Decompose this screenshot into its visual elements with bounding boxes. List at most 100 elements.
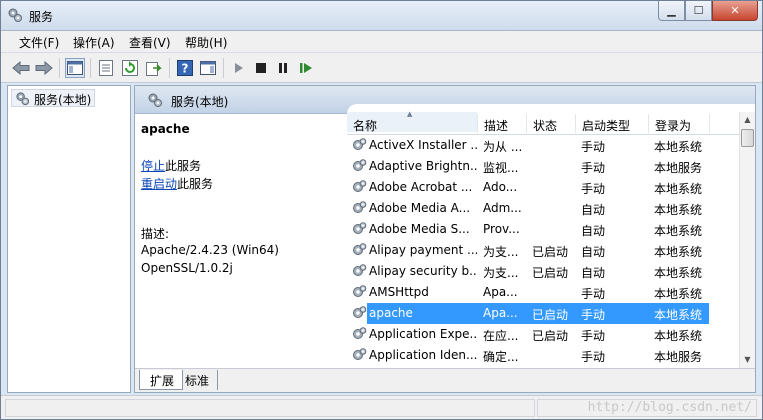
menu-action[interactable]: 操作(A)	[73, 34, 115, 51]
service-name-cell: Application Expe...	[369, 327, 477, 341]
vertical-scrollbar[interactable]: ▲ ▼	[739, 112, 755, 368]
column-header-name[interactable]: ▲ 名称	[347, 110, 477, 133]
view-tabs: 扩展 标准	[135, 368, 755, 392]
stop-icon	[256, 63, 266, 73]
help-button[interactable]: ?	[175, 58, 195, 78]
column-header-startup-type[interactable]: 启动类型	[582, 117, 630, 137]
service-logon-cell: 本地系统	[654, 140, 703, 154]
column-divider[interactable]	[648, 114, 649, 133]
pause-icon	[279, 63, 287, 73]
toolbar-separator	[59, 58, 60, 78]
menu-file[interactable]: 文件(F)	[19, 34, 59, 51]
table-row[interactable]: apache Apa... 已启动 手动 本地系统	[347, 303, 739, 324]
column-divider[interactable]	[526, 114, 527, 133]
restart-service-button[interactable]	[296, 58, 316, 78]
title-bar[interactable]: 服务 ▁ ☐ ✕	[1, 1, 762, 31]
service-logon-cell: 本地系统	[654, 266, 703, 280]
column-divider[interactable]	[477, 114, 478, 133]
service-status-cell: 已启动	[532, 266, 569, 280]
column-divider[interactable]	[575, 114, 576, 133]
refresh-button[interactable]	[120, 58, 140, 78]
selected-service-name: apache	[141, 122, 190, 136]
show-hide-console-tree-button[interactable]	[65, 58, 85, 78]
service-startup-type-cell: 自动	[581, 245, 606, 259]
restart-icon	[300, 63, 312, 73]
show-action-pane-button[interactable]	[198, 58, 218, 78]
table-row[interactable]: Alipay payment ... 为支... 已启动 自动 本地系统	[347, 240, 739, 261]
table-row[interactable]: Application Expe... 在应... 已启动 手动 本地系统	[347, 324, 739, 345]
play-icon	[235, 63, 243, 73]
stop-service-line: 停止此服务	[141, 157, 201, 174]
stop-service-button[interactable]	[251, 58, 271, 78]
sort-ascending-icon: ▲	[407, 110, 413, 118]
tree-item-services-local[interactable]: 服务(本地)	[11, 89, 96, 107]
service-name-cell: Application Iden...	[369, 348, 477, 362]
description-line: Apache/2.4.23 (Win64)	[141, 243, 279, 257]
menu-help[interactable]: 帮助(H)	[185, 34, 227, 51]
forward-arrow-icon	[35, 61, 53, 75]
table-row[interactable]: ActiveX Installer ... 为从 ... 手动 本地系统	[347, 135, 739, 156]
maximize-icon: ☐	[693, 4, 704, 17]
gear-icon	[16, 92, 30, 106]
menu-view[interactable]: 查看(V)	[129, 34, 171, 51]
service-name-cell: apache	[369, 306, 413, 320]
table-row[interactable]: Adaptive Brightn... 监视... 手动 本地服务	[347, 156, 739, 177]
start-service-button[interactable]	[229, 58, 249, 78]
service-gear-icon	[351, 242, 367, 261]
service-logon-cell: 本地系统	[654, 203, 703, 217]
table-row[interactable]: Application Iden... 确定... 手动 本地服务	[347, 345, 739, 366]
tab-standard[interactable]: 标准	[175, 370, 219, 390]
action-pane-icon	[200, 61, 216, 75]
toolbar-separator	[223, 58, 224, 78]
stop-service-suffix: 此服务	[165, 159, 202, 173]
console-tree: 服务(本地)	[7, 85, 131, 393]
service-logon-cell: 本地系统	[654, 182, 703, 196]
service-status-cell: 已启动	[532, 329, 569, 343]
column-header-logon-as[interactable]: 登录为	[655, 117, 691, 137]
status-bar: http://blog.csdn.net/	[1, 395, 762, 419]
description-label: 描述:	[141, 227, 170, 241]
svg-text:?: ?	[182, 62, 189, 76]
watermark-text: http://blog.csdn.net/	[587, 400, 752, 415]
scroll-thumb[interactable]	[741, 129, 754, 147]
service-logon-cell: 本地系统	[654, 224, 703, 238]
service-logon-cell: 本地服务	[654, 161, 703, 175]
services-window: 服务 ▁ ☐ ✕ 文件(F) 操作(A) 查看(V) 帮助(H) ? 服务(本地…	[0, 0, 763, 420]
service-gear-icon	[351, 263, 367, 282]
service-startup-type-cell: 手动	[581, 287, 606, 301]
restart-service-link[interactable]: 重启动	[141, 177, 177, 191]
service-status-cell: 已启动	[532, 308, 569, 322]
service-description-cell: 在应...	[483, 329, 519, 343]
table-row[interactable]: Adobe Media S... Prov... 自动 本地系统	[347, 219, 739, 240]
minimize-button[interactable]: ▁	[658, 1, 685, 21]
back-button[interactable]	[11, 58, 31, 78]
stop-service-link[interactable]: 停止	[141, 159, 165, 173]
console-tree-icon	[67, 61, 83, 75]
restart-service-suffix: 此服务	[177, 177, 214, 191]
column-divider[interactable]	[709, 114, 710, 133]
service-name-cell: AMSHttpd	[369, 285, 429, 299]
pause-service-button[interactable]	[273, 58, 293, 78]
services-pane: 服务(本地) apache 停止此服务 重启动此服务 描述: Apache/2.…	[134, 85, 756, 393]
service-description-cell: 为从 ...	[483, 140, 523, 154]
service-description-cell: Adm...	[483, 201, 522, 215]
gear-icon	[148, 93, 162, 107]
table-row[interactable]: Alipay security b... 为支... 已启动 自动 本地系统	[347, 261, 739, 282]
properties-button[interactable]	[96, 58, 116, 78]
maximize-button[interactable]: ☐	[685, 1, 712, 21]
table-row[interactable]: Adobe Media A... Adm... 自动 本地系统	[347, 198, 739, 219]
table-row[interactable]: Adobe Acrobat ... Ado... 手动 本地系统	[347, 177, 739, 198]
close-button[interactable]: ✕	[712, 1, 758, 21]
table-row[interactable]: AMSHttpd Apa... 手动 本地系统	[347, 282, 739, 303]
column-header-status[interactable]: 状态	[533, 117, 557, 137]
forward-button[interactable]	[34, 58, 54, 78]
export-list-button[interactable]	[144, 58, 164, 78]
column-header-description[interactable]: 描述	[484, 117, 508, 137]
scroll-up-icon[interactable]: ▲	[740, 112, 755, 128]
service-description-cell: Apa...	[483, 306, 518, 320]
service-gear-icon	[351, 179, 367, 198]
toolbar: ?	[1, 53, 762, 83]
service-name-cell: Alipay security b...	[369, 264, 477, 278]
scroll-down-icon[interactable]: ▼	[740, 352, 755, 368]
service-detail-panel: apache 停止此服务 重启动此服务 描述: Apache/2.4.23 (W…	[135, 114, 341, 368]
